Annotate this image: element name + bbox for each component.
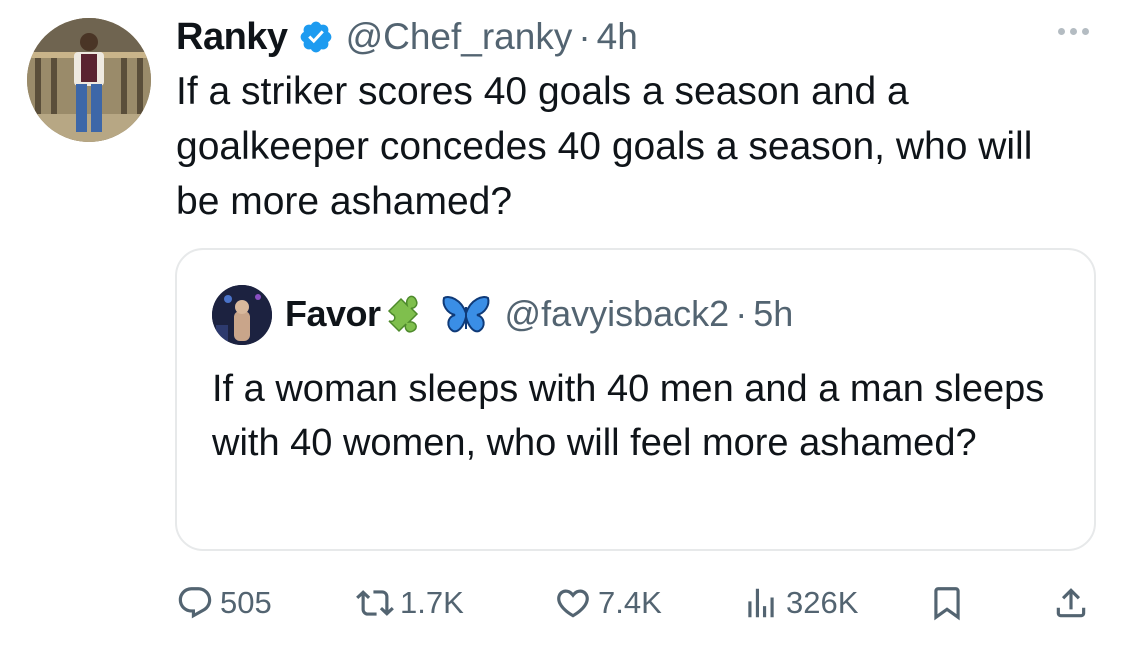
reply-icon: [178, 587, 212, 619]
more-options-icon[interactable]: [1058, 28, 1089, 35]
bookmark-icon: [934, 587, 960, 621]
reply-count: 505: [220, 585, 272, 620]
tweet-text: If a striker scores 40 goals a season an…: [176, 70, 1033, 223]
butterfly-icon: [441, 293, 491, 335]
views-count: 326K: [786, 585, 859, 620]
repost-count: 1.7K: [400, 585, 464, 620]
tweet-header: Ranky @Chef_ranky · 4h: [176, 14, 638, 60]
tweet-time[interactable]: 4h: [597, 16, 638, 58]
quoted-header: Favor @favyisback2 · 5h: [285, 290, 793, 338]
views-button[interactable]: 326K: [742, 578, 858, 628]
puzzle-piece-icon: [383, 291, 439, 337]
quoted-tweet[interactable]: Favor @favyisback2 · 5h If a woman sleep…: [175, 248, 1096, 551]
like-count: 7.4K: [598, 585, 662, 620]
quoted-author-handle: @favyisback2: [504, 293, 730, 334]
separator-dot: ·: [578, 16, 591, 57]
tweet: Ranky @Chef_ranky · 4h If a striker scor…: [0, 0, 1125, 651]
heart-icon: [557, 589, 589, 618]
share-button[interactable]: [1052, 578, 1090, 628]
reply-button[interactable]: 505: [176, 578, 272, 628]
verified-badge-icon: [298, 19, 334, 55]
repost-icon: [356, 590, 394, 616]
repost-button[interactable]: 1.7K: [356, 578, 464, 628]
action-bar: 505 1.7K 7.4K 326K: [176, 578, 1088, 628]
author-handle[interactable]: @Chef_ranky: [346, 16, 573, 58]
quoted-author-avatar[interactable]: [212, 285, 272, 345]
quoted-time: 5h: [753, 293, 794, 334]
quoted-separator-dot: ·: [735, 293, 748, 334]
like-button[interactable]: 7.4K: [554, 578, 662, 628]
bookmark-button[interactable]: [928, 578, 966, 628]
views-icon: [748, 588, 774, 618]
quoted-text: If a woman sleeps with 40 men and a man …: [212, 368, 1045, 464]
author-name[interactable]: Ranky: [176, 16, 288, 59]
quoted-author-name: Favor: [285, 293, 381, 334]
share-icon: [1056, 588, 1086, 618]
author-avatar[interactable]: [27, 18, 151, 142]
